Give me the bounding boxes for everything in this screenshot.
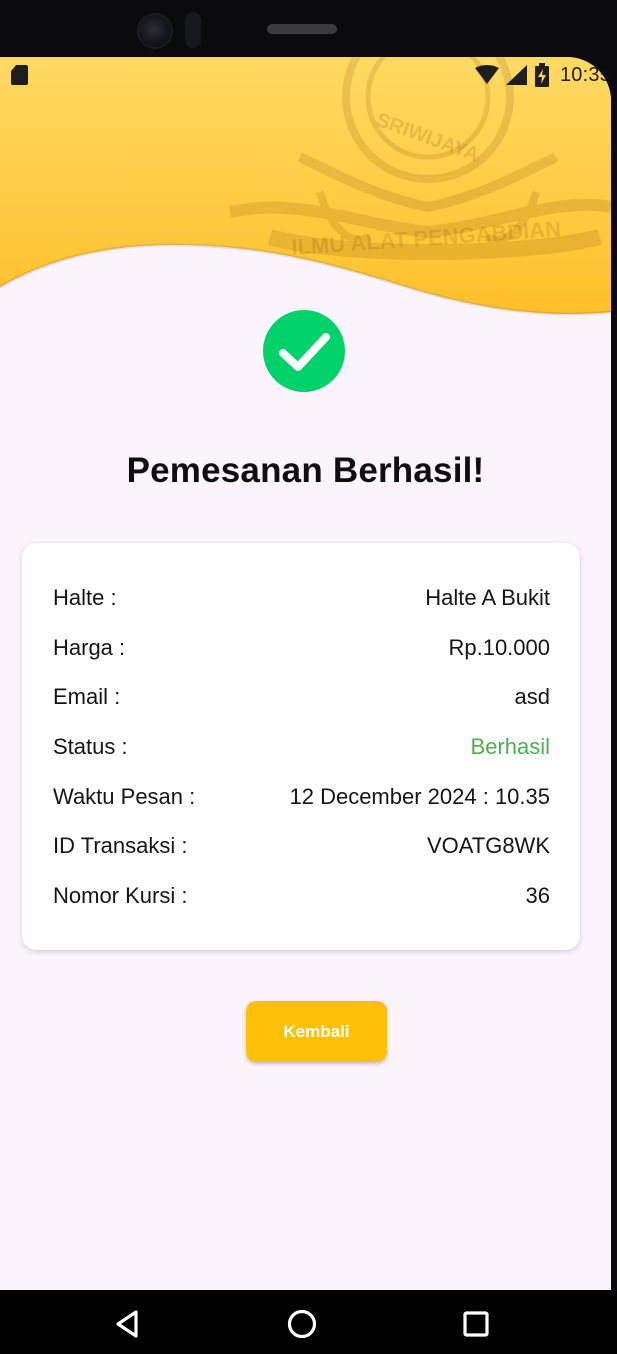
proximity-sensor — [185, 12, 201, 48]
detail-row-status: Status : Berhasil — [53, 732, 550, 762]
detail-label: Waktu Pesan : — [53, 784, 196, 809]
detail-row-email: Email : asd — [53, 682, 550, 712]
detail-label: Harga : — [53, 635, 126, 660]
detail-label: Email : — [53, 684, 121, 709]
detail-label: Nomor Kursi : — [53, 883, 188, 908]
recents-square-icon[interactable] — [458, 1306, 494, 1342]
sd-card-icon — [11, 65, 28, 85]
back-button[interactable]: Kembali — [246, 1001, 387, 1062]
detail-value: 12 December 2024 : 10.35 — [289, 784, 550, 809]
detail-label: Halte : — [53, 585, 117, 610]
detail-value: Rp.10.000 — [448, 635, 550, 660]
detail-row-id-transaksi: ID Transaksi : VOATG8WK — [53, 831, 550, 861]
check-circle-icon — [263, 310, 345, 392]
app-screen: SRIWIJAYA ILMU ALAT PENGABDIAN 10:35 Pem… — [0, 57, 611, 1290]
status-icons: 10:35 — [474, 61, 611, 89]
battery-charging-icon — [534, 63, 549, 87]
success-title: Pemesanan Berhasil! — [126, 451, 485, 490]
detail-label: Status : — [53, 734, 128, 759]
front-camera — [137, 13, 173, 49]
detail-label: ID Transaksi : — [53, 833, 188, 858]
status-bar: 10:35 — [0, 57, 611, 93]
detail-value: VOATG8WK — [426, 833, 550, 858]
signal-icon — [505, 65, 527, 85]
status-time: 10:35 — [559, 63, 611, 86]
detail-row-nomor-kursi: Nomor Kursi : 36 — [53, 881, 550, 911]
wifi-icon — [474, 65, 499, 84]
detail-row-waktu-pesan: Waktu Pesan : 12 December 2024 : 10.35 — [53, 782, 550, 812]
detail-row-harga: Harga : Rp.10.000 — [53, 633, 550, 663]
earpiece-speaker — [267, 24, 337, 34]
detail-value: asd — [514, 684, 550, 709]
device-side-bezel — [611, 0, 617, 1354]
booking-details-card: Halte : Halte A Bukit Harga : Rp.10.000 … — [22, 543, 580, 950]
home-circle-icon[interactable] — [284, 1306, 320, 1342]
detail-row-halte: Halte : Halte A Bukit — [53, 583, 550, 613]
back-triangle-icon[interactable] — [110, 1306, 146, 1342]
status-value: Berhasil — [470, 734, 550, 759]
system-nav-bar — [0, 1290, 617, 1354]
detail-value: 36 — [525, 883, 550, 908]
detail-value: Halte A Bukit — [425, 585, 550, 610]
